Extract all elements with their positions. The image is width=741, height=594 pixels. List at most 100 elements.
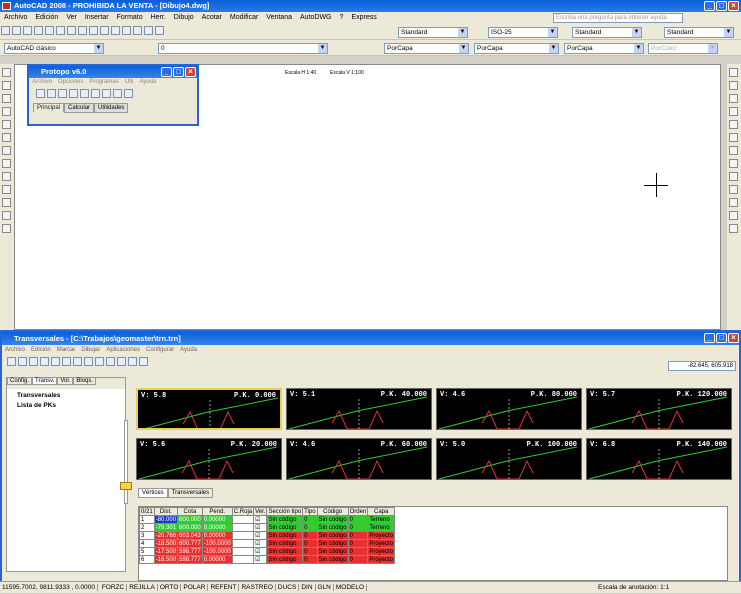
calculator-icon[interactable] — [144, 26, 153, 35]
plot-icon[interactable] — [34, 26, 43, 35]
save-icon[interactable] — [29, 357, 38, 366]
table-cell[interactable] — [231, 531, 255, 540]
table-cell[interactable] — [231, 515, 255, 524]
undo-icon[interactable] — [78, 26, 87, 35]
tree-item-pks[interactable]: Lista de PKs — [7, 402, 125, 409]
block-icon[interactable] — [2, 172, 11, 181]
section-panel[interactable]: V: 5.1 P.K. 40.000 — [286, 388, 432, 430]
tab-transversales[interactable]: Transversales — [167, 488, 214, 498]
table-cell[interactable]: 5 — [139, 547, 155, 556]
toggle-rejilla[interactable]: REJILLA — [127, 584, 158, 591]
open-icon[interactable] — [18, 357, 27, 366]
lineweight-select[interactable]: PorCapa ▼ — [564, 43, 644, 54]
calc-icon[interactable] — [106, 357, 115, 366]
section-panel[interactable]: V: 5.8 P.K. 0.000 — [136, 388, 282, 430]
table-cell[interactable]: 6 — [139, 555, 155, 564]
menu-insertar[interactable]: Insertar — [81, 14, 113, 21]
tab-principal[interactable]: Principal — [33, 103, 65, 112]
toggle-rastreo[interactable]: RASTREO — [239, 584, 276, 591]
column-header[interactable]: Cota — [177, 507, 203, 516]
menu-archivo[interactable]: Archivo — [0, 14, 31, 21]
scale-icon[interactable] — [729, 159, 738, 168]
table-cell[interactable]: 600.000 — [177, 515, 203, 524]
tab-transv[interactable]: Transv. — [32, 377, 58, 385]
designcenter-icon[interactable] — [133, 26, 142, 35]
table-cell[interactable]: ☑ — [253, 555, 268, 564]
table-row[interactable]: 1 -80.000 600.000 0.00000 ☑ Sin código 0 Sin có… — [139, 515, 396, 524]
menu-express[interactable]: Express — [347, 14, 380, 21]
table-cell[interactable]: 0.00000 — [201, 515, 233, 524]
transv-menu-edicion[interactable]: Edición — [28, 347, 54, 353]
table-cell[interactable]: Sin código — [266, 515, 304, 524]
properties-icon[interactable] — [122, 26, 131, 35]
import-icon[interactable] — [40, 357, 49, 366]
transv-minimize-button[interactable]: _ — [704, 333, 715, 343]
table-row[interactable]: 3 -20.766 603.043 0.00000 ☑ Sin código 0 Sin có… — [139, 531, 396, 540]
fillet-icon[interactable] — [729, 224, 738, 233]
open-icon[interactable] — [12, 26, 21, 35]
plotstyle-select[interactable]: PorColor ▼ — [648, 43, 718, 54]
table-cell[interactable]: 0 — [302, 539, 318, 548]
textstyle-select[interactable]: Standard ▼ — [398, 27, 468, 38]
copy-object-icon[interactable] — [729, 81, 738, 90]
table-cell[interactable]: -79.301 — [153, 523, 179, 532]
table-cell[interactable]: 598.777 — [177, 555, 203, 564]
transv-menu-aplicaciones[interactable]: Aplicaciones — [103, 347, 143, 353]
section-panel[interactable]: V: 5.6 P.K. 20.000 — [136, 438, 282, 480]
table-cell[interactable]: Terreno — [367, 515, 396, 524]
cut-icon[interactable] — [45, 26, 54, 35]
table-cell[interactable]: 603.043 — [177, 531, 203, 540]
table-cell[interactable]: -100.0000 — [201, 547, 233, 556]
table-cell[interactable]: 0 — [302, 523, 318, 532]
save-icon[interactable] — [23, 26, 32, 35]
tab-vertices[interactable]: Vértices — [138, 488, 168, 498]
table-cell[interactable]: Sin código — [316, 515, 349, 524]
stretch-icon[interactable] — [729, 172, 738, 181]
table-icon[interactable] — [2, 211, 11, 220]
arc-icon[interactable] — [2, 120, 11, 129]
table-cell[interactable]: Proyecto — [367, 531, 396, 540]
toggle-din[interactable]: DIN — [299, 584, 316, 591]
break-icon[interactable] — [729, 211, 738, 220]
table-row[interactable]: 4 -18.500 600.777 -100.0000 ☑ Sin código 0 Sin … — [139, 539, 396, 548]
toggle-gln[interactable]: GLN — [315, 584, 334, 591]
table-cell[interactable]: -17.500 — [153, 547, 179, 556]
table-cell[interactable]: Proyecto — [367, 547, 396, 556]
menu-formato[interactable]: Formato — [113, 14, 147, 21]
table-cell[interactable]: Sin código — [266, 547, 304, 556]
table-cell[interactable]: 0.00000 — [201, 555, 233, 564]
rotate-icon[interactable] — [729, 146, 738, 155]
column-header[interactable]: Capa — [367, 507, 396, 516]
move-icon[interactable] — [729, 133, 738, 142]
menu-autodwg[interactable]: AutoDWG — [296, 14, 336, 21]
help-search-input[interactable]: Escriba una pregunta para obtener ayuda — [553, 13, 683, 23]
table-cell[interactable]: ☑ — [253, 515, 268, 524]
region-icon[interactable] — [2, 198, 11, 207]
table-cell[interactable]: -100.0000 — [201, 539, 233, 548]
close-button[interactable]: × — [728, 1, 739, 11]
column-header[interactable]: Ver. — [253, 507, 268, 516]
linetype-select[interactable]: PorCapa ▼ — [474, 43, 559, 54]
section-panel[interactable]: V: 4.6 P.K. 80.000 — [436, 388, 582, 430]
polygon-icon[interactable] — [2, 94, 11, 103]
table-cell[interactable]: Proyecto — [367, 555, 396, 564]
table-cell[interactable]: 0 — [347, 539, 369, 548]
table-cell[interactable]: ☑ — [253, 531, 268, 540]
table-cell[interactable]: 0 — [302, 555, 318, 564]
protopo-menu-util[interactable]: Util — [122, 79, 137, 85]
transv-menu-configurar[interactable]: Configurar — [143, 347, 177, 353]
layer-select[interactable]: 0 ▼ — [158, 43, 328, 54]
table-cell[interactable]: -20.766 — [153, 531, 179, 540]
tab-bloqs[interactable]: Bloqs. — [73, 377, 97, 385]
menu-ver[interactable]: Ver — [62, 14, 81, 21]
transv-menu-marcar[interactable]: Marcar — [54, 347, 79, 353]
workspace-select[interactable]: AutoCAD clásico ▼ — [4, 43, 104, 54]
toggle-ducs[interactable]: DUCS — [275, 584, 300, 591]
table-cell[interactable]: 0 — [347, 555, 369, 564]
hatch-icon[interactable] — [2, 185, 11, 194]
array-icon[interactable] — [729, 120, 738, 129]
tool-icon[interactable] — [91, 89, 100, 98]
table-cell[interactable]: 4 — [139, 539, 155, 548]
dimstyle-select[interactable]: ISO-25 ▼ — [488, 27, 558, 38]
table-cell[interactable] — [231, 539, 255, 548]
